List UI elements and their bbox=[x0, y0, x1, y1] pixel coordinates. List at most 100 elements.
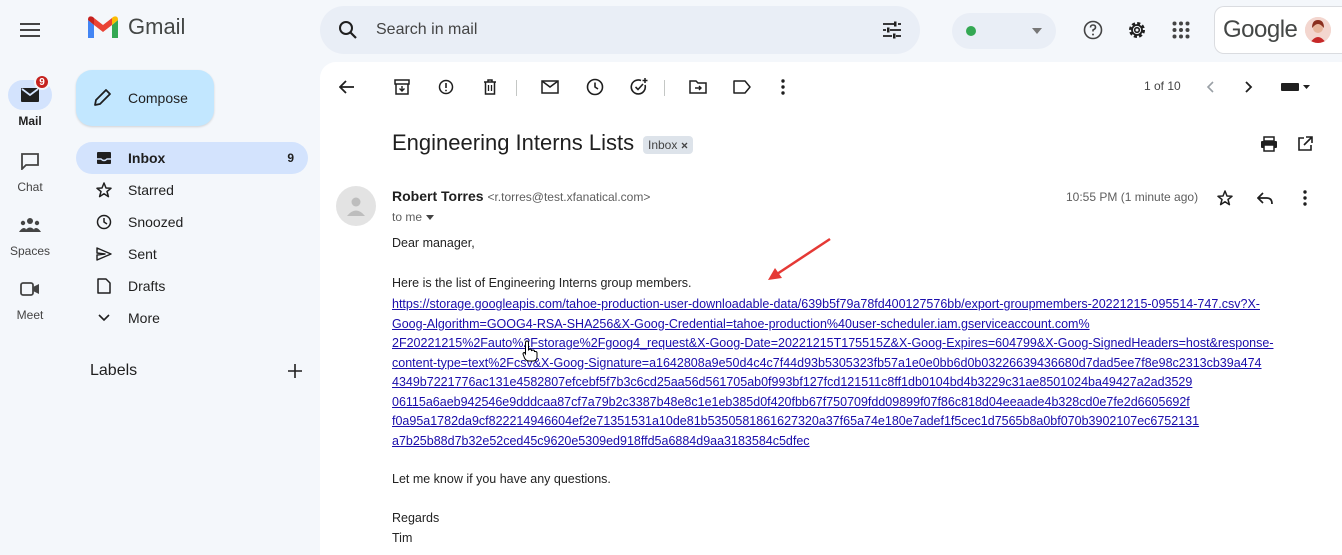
person-icon bbox=[347, 197, 365, 216]
mark-unread-button[interactable] bbox=[535, 72, 565, 102]
rail-spaces[interactable]: Spaces bbox=[0, 210, 60, 258]
input-tools-button[interactable] bbox=[1276, 72, 1316, 102]
avatar bbox=[1305, 17, 1332, 43]
back-button[interactable] bbox=[332, 72, 362, 102]
labels-button[interactable] bbox=[727, 72, 757, 102]
gmail-logo[interactable]: Gmail bbox=[86, 14, 185, 40]
search-options-icon[interactable] bbox=[882, 21, 902, 39]
sender-name[interactable]: Robert Torres bbox=[392, 188, 484, 204]
search-input[interactable]: Search in mail bbox=[376, 21, 882, 39]
message-more-button[interactable] bbox=[1290, 183, 1320, 213]
snooze-button[interactable] bbox=[580, 72, 610, 102]
remove-label-icon[interactable] bbox=[681, 142, 688, 149]
keyboard-icon bbox=[1281, 83, 1310, 91]
send-icon bbox=[94, 247, 114, 261]
nav-item-more[interactable]: More bbox=[76, 302, 308, 334]
email-subject: Engineering Interns Lists bbox=[392, 130, 635, 155]
compose-button[interactable]: Compose bbox=[76, 70, 214, 126]
account-switcher[interactable]: Google bbox=[1214, 6, 1342, 54]
printer-icon bbox=[1261, 136, 1277, 152]
hamburger-icon bbox=[20, 23, 40, 37]
help-icon bbox=[1083, 20, 1103, 40]
inbox-icon bbox=[94, 151, 114, 165]
labels-section: Labels bbox=[90, 362, 302, 380]
label-icon bbox=[733, 80, 751, 94]
nav-label: Drafts bbox=[128, 278, 166, 294]
app-name: Gmail bbox=[128, 14, 186, 39]
unread-badge: 9 bbox=[34, 74, 50, 90]
chevron-right-icon bbox=[1245, 81, 1253, 93]
gear-icon bbox=[1129, 22, 1145, 38]
rail-meet[interactable]: Meet bbox=[0, 274, 60, 322]
pencil-icon bbox=[94, 89, 111, 106]
clock-icon bbox=[586, 78, 604, 96]
nav-label: Starred bbox=[128, 182, 174, 198]
annotation-arrow-icon bbox=[768, 237, 831, 280]
reply-button[interactable] bbox=[1250, 183, 1280, 213]
inbox-count: 9 bbox=[287, 151, 294, 165]
settings-button[interactable] bbox=[1119, 12, 1155, 48]
more-actions-button[interactable] bbox=[768, 72, 798, 102]
report-spam-icon bbox=[438, 79, 454, 95]
chevron-left-icon bbox=[1206, 81, 1214, 93]
link-line: 4349b7221776ac131e4582807efcebf5f7b3c6cd… bbox=[392, 375, 1193, 389]
link-line: https://storage.googleapis.com/tahoe-pro… bbox=[392, 297, 1260, 311]
nav-item-sent[interactable]: Sent bbox=[76, 238, 308, 270]
move-to-button[interactable] bbox=[683, 72, 713, 102]
star-button[interactable] bbox=[1210, 183, 1240, 213]
recipient-label: to me bbox=[392, 210, 423, 224]
rail-chat-label: Chat bbox=[17, 180, 43, 194]
nav-label: Snoozed bbox=[128, 214, 184, 230]
rail-chat[interactable]: Chat bbox=[0, 146, 60, 194]
print-button[interactable] bbox=[1254, 129, 1284, 159]
email-intro: Here is the list of Engineering Interns … bbox=[392, 276, 692, 290]
nav-item-drafts[interactable]: Drafts bbox=[76, 270, 308, 302]
link-line: Goog-Algorithm=GOOG4-RSA-SHA256&X-Goog-C… bbox=[392, 316, 1090, 331]
labels-heading: Labels bbox=[90, 362, 138, 379]
nav-item-snoozed[interactable]: Snoozed bbox=[76, 206, 308, 238]
search-icon bbox=[339, 21, 357, 39]
newer-button[interactable] bbox=[1195, 72, 1225, 102]
nav-item-inbox[interactable]: Inbox 9 bbox=[76, 142, 308, 174]
nav-item-starred[interactable]: Starred bbox=[76, 174, 308, 206]
add-task-button[interactable] bbox=[624, 72, 654, 102]
add-task-icon bbox=[630, 78, 648, 95]
add-label-button[interactable] bbox=[288, 364, 302, 378]
sender-email: <r.torres@test.xfanatical.com> bbox=[487, 190, 651, 204]
apps-button[interactable] bbox=[1163, 12, 1199, 48]
older-button[interactable] bbox=[1234, 72, 1264, 102]
link-line: a7b25b88d7b32e52ced45c9620e5309ed918ffd5… bbox=[392, 433, 810, 448]
open-new-window-button[interactable] bbox=[1290, 129, 1320, 159]
rail-mail[interactable]: 9 Mail bbox=[0, 74, 60, 128]
more-vert-icon bbox=[781, 79, 785, 95]
link-line: f0a95a1782da9cf822214946604ef2e71351531a… bbox=[392, 414, 1200, 428]
rail-meet-label: Meet bbox=[16, 308, 44, 322]
chat-icon bbox=[8, 146, 52, 176]
status-selector[interactable] bbox=[952, 13, 1056, 49]
email-regards: Regards bbox=[392, 511, 440, 525]
folder-move-icon bbox=[689, 80, 707, 94]
toolbar-divider bbox=[516, 80, 517, 96]
arrow-left-icon bbox=[339, 80, 354, 94]
plus-icon bbox=[288, 364, 302, 378]
download-link[interactable]: https://storage.googleapis.com/tahoe-pro… bbox=[392, 295, 1302, 451]
star-icon bbox=[94, 182, 114, 198]
sender-avatar[interactable] bbox=[336, 186, 376, 226]
spaces-icon bbox=[8, 210, 52, 240]
archive-button[interactable] bbox=[387, 72, 417, 102]
draft-icon bbox=[94, 278, 114, 294]
inbox-chip-label: Inbox bbox=[648, 138, 678, 152]
compose-label: Compose bbox=[128, 90, 188, 106]
caret-down-icon bbox=[426, 214, 435, 220]
archive-icon bbox=[394, 79, 410, 95]
main-menu-button[interactable] bbox=[12, 12, 48, 48]
search-bar[interactable]: Search in mail bbox=[320, 6, 920, 54]
active-status-icon bbox=[966, 26, 976, 36]
more-vert-icon bbox=[1303, 190, 1307, 206]
nav-label: More bbox=[128, 310, 160, 326]
recipient-details[interactable]: to me bbox=[392, 210, 435, 224]
report-spam-button[interactable] bbox=[431, 72, 461, 102]
delete-button[interactable] bbox=[475, 72, 505, 102]
rail-mail-label: Mail bbox=[18, 114, 42, 128]
help-button[interactable] bbox=[1075, 12, 1111, 48]
